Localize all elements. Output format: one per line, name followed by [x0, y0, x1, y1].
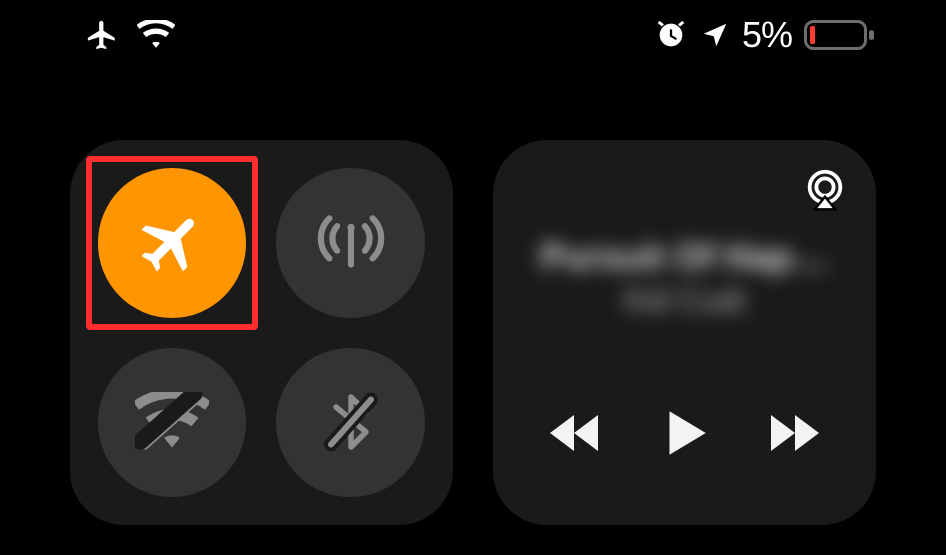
airplane-mode-toggle[interactable] [98, 168, 246, 318]
airplane-mode-icon [85, 18, 119, 52]
connectivity-grid [70, 140, 453, 525]
now-playing-info: Pursuit Of Hap… Kid Cudi [540, 236, 828, 319]
media-controls [513, 401, 856, 495]
next-track-button[interactable] [759, 409, 823, 457]
cellular-icon [314, 206, 388, 280]
connectivity-module[interactable] [70, 140, 453, 525]
wifi-toggle[interactable] [98, 348, 246, 498]
airplane-icon [135, 206, 209, 280]
status-bar-left [85, 18, 175, 52]
wifi-icon [137, 20, 175, 50]
airplay-button[interactable] [802, 166, 848, 212]
wifi-off-icon [135, 392, 209, 452]
location-icon [700, 20, 730, 50]
media-module[interactable]: Pursuit Of Hap… Kid Cudi [493, 140, 876, 525]
battery-icon [804, 18, 876, 52]
alarm-icon [654, 18, 688, 52]
battery-percentage: 5% [742, 14, 792, 56]
status-bar: 5% [0, 10, 946, 60]
track-title: Pursuit Of Hap… [540, 236, 828, 278]
previous-track-button[interactable] [546, 409, 610, 457]
bluetooth-off-icon [321, 386, 381, 458]
status-bar-right: 5% [654, 14, 876, 56]
bluetooth-toggle[interactable] [276, 348, 424, 498]
control-center-panels: Pursuit Of Hap… Kid Cudi [70, 140, 876, 525]
cellular-data-toggle[interactable] [276, 168, 424, 318]
track-artist: Kid Cudi [540, 282, 828, 319]
play-button[interactable] [655, 401, 713, 465]
